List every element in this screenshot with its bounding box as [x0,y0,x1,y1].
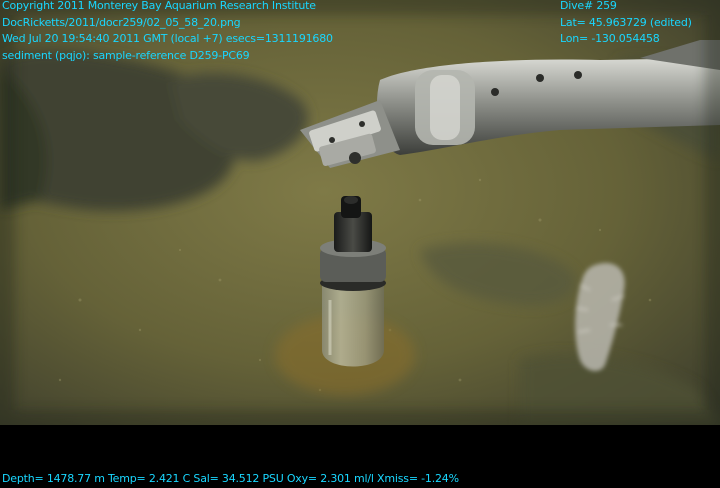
sensor-readout: Depth= 1478.77 m Temp= 2.421 C Sal= 34.5… [2,472,459,485]
latitude: Lat= 45.963729 (edited) [560,15,692,29]
sample-line: sediment (pqjo): sample-reference D259-P… [2,48,250,62]
video-frame: Copyright 2011 Monterey Bay Aquarium Res… [0,0,720,486]
copyright-line: Copyright 2011 Monterey Bay Aquarium Res… [2,0,316,12]
dive-number: Dive# 259 [560,0,617,12]
timestamp-line: Wed Jul 20 19:54:40 2011 GMT (local +7) … [2,32,333,45]
metadata-overlay-top-right: Dive# 259 Lat= 45.963729 (edited) Lon= -… [560,0,692,48]
metadata-overlay-top-left: Copyright 2011 Monterey Bay Aquarium Res… [2,0,333,64]
longitude: Lon= -130.054458 [560,32,660,45]
image-path-line: DocRicketts/2011/docr259/02_05_58_20.png [2,15,241,29]
